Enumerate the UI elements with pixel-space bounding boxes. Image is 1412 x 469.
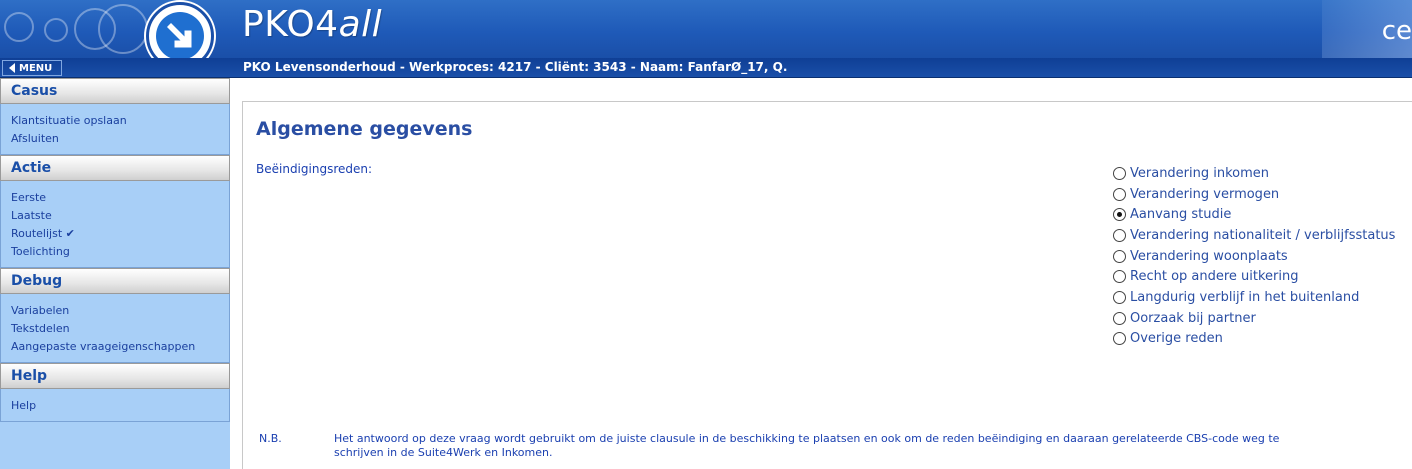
radio-option[interactable]: Verandering woonplaats	[1113, 246, 1395, 267]
sidebar-section-links: Eerste Laatste Routelijst ✔ Toelichting	[0, 181, 230, 268]
radio-option[interactable]: Langdurig verblijf in het buitenland	[1113, 287, 1395, 308]
radio-option-label: Verandering woonplaats	[1130, 248, 1288, 264]
sidebar-section-title: Actie	[0, 155, 230, 181]
sidebar-item-afsluiten[interactable]: Afsluiten	[11, 130, 229, 148]
banner-photo-decoration: ce	[1322, 0, 1412, 58]
radio-option-label: Aanvang studie	[1130, 207, 1232, 223]
menu-button[interactable]: MENU	[2, 60, 62, 76]
radio-option[interactable]: Oorzaak bij partner	[1113, 308, 1395, 329]
sidebar-item-aangepaste-vraageigenschappen[interactable]: Aangepaste vraageigenschappen	[11, 338, 229, 356]
radio-button[interactable]	[1113, 208, 1126, 222]
radio-button[interactable]	[1113, 228, 1126, 242]
app-title: PKO4all	[242, 4, 382, 45]
triangle-left-icon	[9, 63, 15, 73]
decorative-bubble	[44, 18, 68, 42]
breadcrumb: PKO Levensonderhoud - Werkproces: 4217 -…	[243, 60, 788, 74]
sidebar: Casus Klantsituatie opslaan Afsluiten Ac…	[0, 78, 230, 469]
sidebar-section-title: Casus	[0, 78, 230, 104]
sidebar-section-links: Variabelen Tekstdelen Aangepaste vraagei…	[0, 294, 230, 363]
radio-option-label: Verandering vermogen	[1130, 186, 1280, 202]
navigation-bar: MENU PKO Levensonderhoud - Werkproces: 4…	[0, 58, 1412, 78]
sidebar-section-links: Klantsituatie opslaan Afsluiten	[0, 104, 230, 155]
radio-option-label: Oorzaak bij partner	[1130, 310, 1256, 326]
nb-note-text: Het antwoord op deze vraag wordt gebruik…	[334, 432, 1280, 459]
banner-corner-text: ce	[1381, 16, 1412, 46]
radio-button[interactable]	[1113, 270, 1126, 284]
sidebar-section-links: Help	[0, 389, 230, 422]
radio-option-label: Recht op andere uitkering	[1130, 269, 1299, 285]
radio-button[interactable]	[1113, 332, 1126, 346]
radio-option-label: Verandering nationaliteit / verblijfssta…	[1130, 227, 1396, 243]
sidebar-section-actie: Actie Eerste Laatste Routelijst ✔ Toelic…	[0, 155, 230, 268]
sidebar-item-klantsituatie-opslaan[interactable]: Klantsituatie opslaan	[11, 112, 229, 130]
radio-option[interactable]: Verandering inkomen	[1113, 163, 1395, 184]
question-label: Beëindigingsreden:	[256, 162, 373, 176]
sidebar-item-eerste[interactable]: Eerste	[11, 189, 229, 207]
sidebar-item-toelichting[interactable]: Toelichting	[11, 243, 229, 261]
radio-option-label: Overige reden	[1130, 331, 1223, 347]
radio-button[interactable]	[1113, 249, 1126, 263]
radio-button[interactable]	[1113, 187, 1126, 201]
nb-label: N.B.	[259, 432, 282, 445]
page-title: Algemene gegevens	[256, 118, 473, 140]
radio-option[interactable]: Verandering nationaliteit / verblijfssta…	[1113, 225, 1395, 246]
radio-option[interactable]: Recht op andere uitkering	[1113, 266, 1395, 287]
sidebar-section-casus: Casus Klantsituatie opslaan Afsluiten	[0, 78, 230, 155]
app-title-main: PKO4	[242, 4, 339, 45]
radio-button[interactable]	[1113, 166, 1126, 180]
sidebar-section-debug: Debug Variabelen Tekstdelen Aangepaste v…	[0, 268, 230, 363]
radio-option-label: Verandering inkomen	[1130, 165, 1270, 181]
radio-option[interactable]: Verandering vermogen	[1113, 184, 1395, 205]
radio-option[interactable]: Aanvang studie	[1113, 204, 1395, 225]
sidebar-section-title: Debug	[0, 268, 230, 294]
sidebar-section-help: Help Help	[0, 363, 230, 422]
sidebar-section-title: Help	[0, 363, 230, 389]
radio-button[interactable]	[1113, 290, 1126, 304]
radio-button[interactable]	[1113, 311, 1126, 325]
sidebar-item-laatste[interactable]: Laatste	[11, 207, 229, 225]
sidebar-item-routelijst[interactable]: Routelijst ✔	[11, 225, 229, 243]
sidebar-item-help[interactable]: Help	[11, 397, 229, 415]
radio-group-beeindigingsreden: Verandering inkomen Verandering vermogen…	[1113, 163, 1395, 349]
sidebar-item-variabelen[interactable]: Variabelen	[11, 302, 229, 320]
decorative-bubble	[98, 4, 148, 54]
decorative-bubble	[4, 12, 34, 42]
radio-option-label: Langdurig verblijf in het buitenland	[1130, 289, 1360, 305]
menu-button-label: MENU	[19, 62, 53, 74]
app-title-italic: all	[338, 4, 383, 45]
radio-option[interactable]: Overige reden	[1113, 329, 1395, 350]
sidebar-item-tekstdelen[interactable]: Tekstdelen	[11, 320, 229, 338]
